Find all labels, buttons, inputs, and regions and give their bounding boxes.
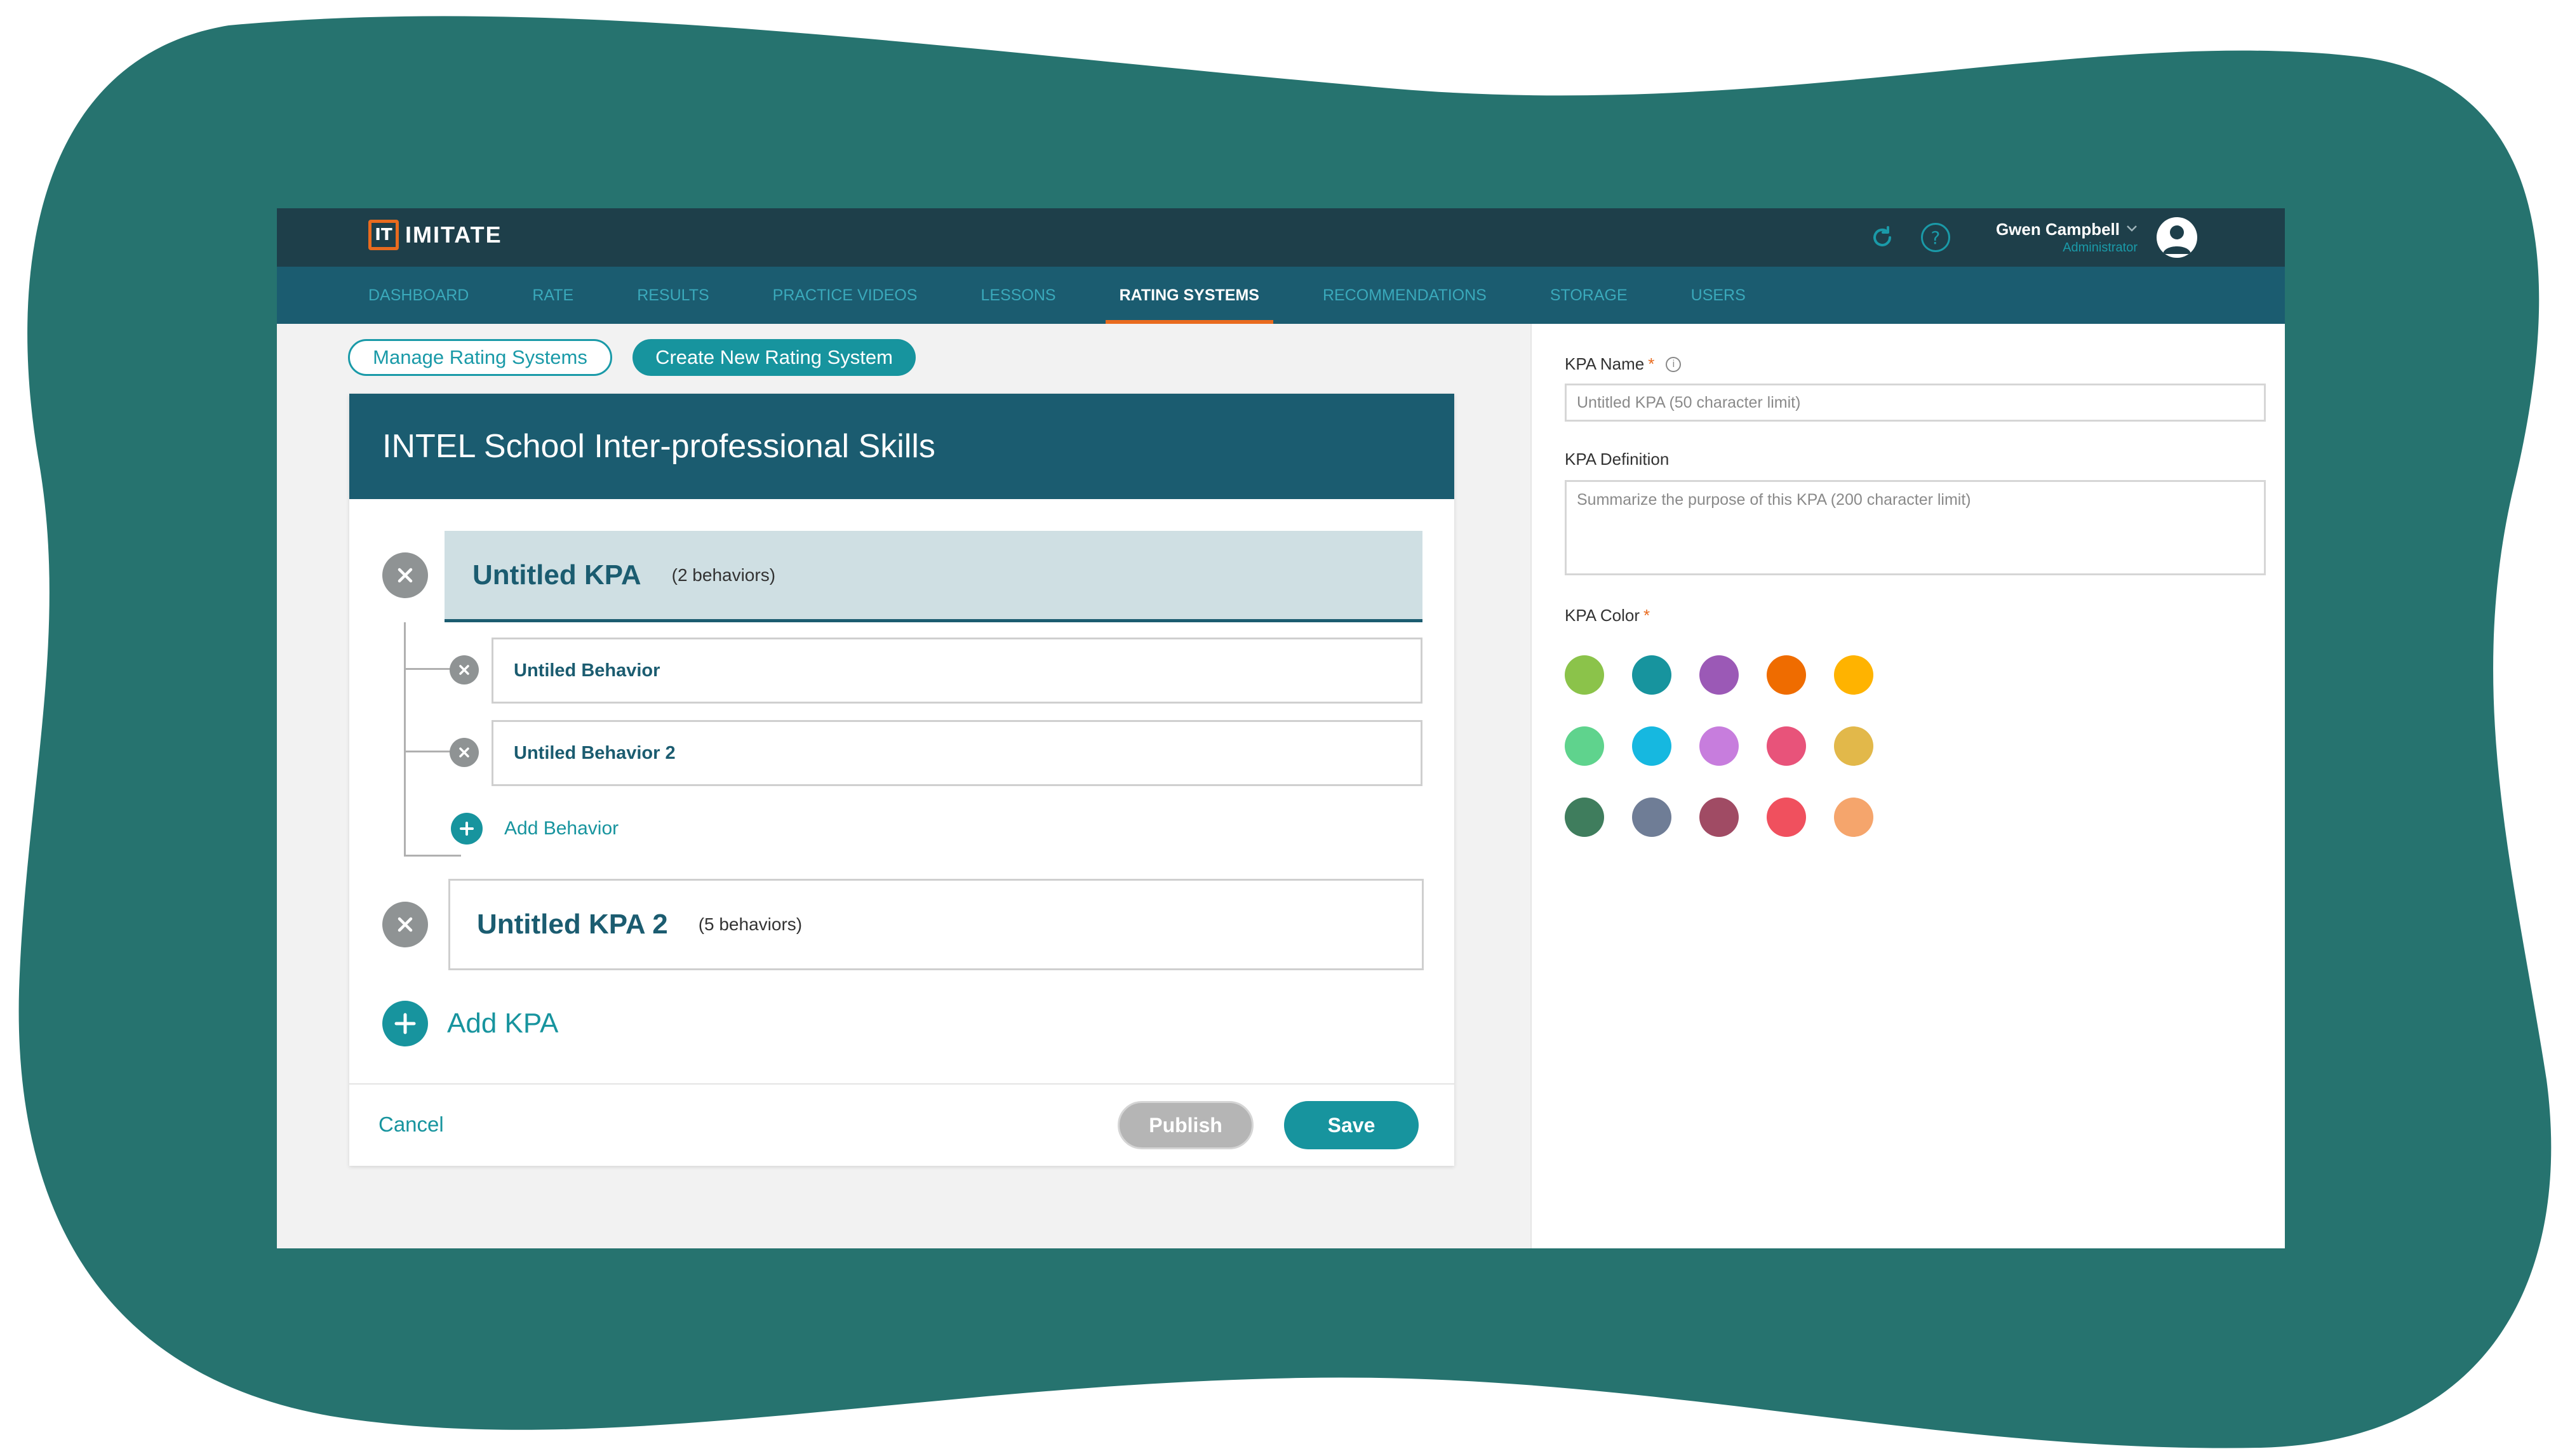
manage-rating-systems-button[interactable]: Manage Rating Systems: [348, 339, 612, 376]
color-swatch[interactable]: [1565, 726, 1604, 766]
remove-kpa-button[interactable]: [382, 902, 428, 947]
nav-storage[interactable]: STORAGE: [1550, 267, 1628, 324]
remove-kpa-button[interactable]: [382, 552, 428, 598]
plus-icon: [451, 813, 483, 845]
required-mark: *: [1648, 354, 1655, 373]
color-swatch[interactable]: [1699, 798, 1739, 837]
required-mark: *: [1643, 606, 1650, 625]
kpa-behavior-count: (5 behaviors): [698, 914, 803, 934]
nav-lessons[interactable]: LESSONS: [980, 267, 1055, 324]
add-kpa-label: Add KPA: [447, 1008, 559, 1039]
info-icon[interactable]: i: [1666, 356, 1682, 372]
chevron-down-icon: [2126, 224, 2138, 236]
cancel-link[interactable]: Cancel: [378, 1112, 444, 1137]
nav-rating-systems[interactable]: RATING SYSTEMS: [1105, 267, 1274, 324]
kpa-definition-input[interactable]: [1565, 480, 2266, 575]
kpa-title: Untitled KPA: [472, 559, 641, 591]
tree-connector: [404, 622, 406, 856]
user-name: Gwen Campbell: [1995, 220, 2120, 239]
logo-icon: IT: [368, 220, 399, 250]
nav-recommendations[interactable]: RECOMMENDATIONS: [1323, 267, 1487, 324]
nav-rate[interactable]: RATE: [532, 267, 573, 324]
close-icon: [398, 568, 413, 583]
color-swatch[interactable]: [1565, 798, 1604, 837]
app-logo[interactable]: IT IMITATE: [368, 220, 502, 250]
add-kpa-button[interactable]: Add KPA: [382, 1001, 558, 1046]
color-swatch[interactable]: [1767, 726, 1806, 766]
kpa-definition-label: KPA Definition: [1565, 450, 1669, 469]
kpa-details-pane: KPA Name * i KPA Definition KPA Color *: [1530, 324, 2285, 1248]
card-footer: Cancel Publish Save: [349, 1083, 1454, 1166]
close-icon: [459, 665, 469, 675]
behavior-row[interactable]: Untiled Behavior: [492, 638, 1422, 704]
nav-practice-videos[interactable]: PRACTICE VIDEOS: [773, 267, 918, 324]
avatar[interactable]: [2157, 217, 2197, 258]
close-icon: [459, 747, 469, 758]
create-new-rating-system-button[interactable]: Create New Rating System: [632, 339, 916, 376]
kpa-name-label: KPA Name * i: [1565, 354, 1682, 374]
main-nav: DASHBOARD RATE RESULTS PRACTICE VIDEOS L…: [277, 267, 2285, 324]
app-name: IMITATE: [405, 222, 502, 248]
tree-connector: [404, 855, 461, 857]
kpa-color-label: KPA Color *: [1565, 606, 1650, 625]
kpa-header[interactable]: Untitled KPA (2 behaviors): [445, 531, 1422, 622]
user-menu[interactable]: Gwen Campbell Administrator: [1996, 220, 2138, 255]
publish-button[interactable]: Publish: [1118, 1101, 1254, 1149]
color-swatch[interactable]: [1767, 655, 1806, 695]
behavior-label: Untiled Behavior: [514, 660, 660, 681]
help-icon[interactable]: ?: [1920, 223, 1950, 252]
color-swatch[interactable]: [1632, 655, 1671, 695]
add-behavior-label: Add Behavior: [504, 818, 619, 839]
top-bar: IT IMITATE ? Gwen Campbell Administrator: [277, 208, 2285, 267]
app-window: IT IMITATE ? Gwen Campbell Administrator…: [277, 208, 2285, 1248]
nav-users[interactable]: USERS: [1691, 267, 1746, 324]
user-icon: [2163, 225, 2191, 254]
nav-results[interactable]: RESULTS: [637, 267, 709, 324]
color-swatch[interactable]: [1632, 726, 1671, 766]
kpa-name-input[interactable]: [1565, 384, 2266, 422]
color-swatch[interactable]: [1767, 798, 1806, 837]
color-swatch[interactable]: [1699, 726, 1739, 766]
behavior-row[interactable]: Untiled Behavior 2: [492, 720, 1422, 786]
add-behavior-button[interactable]: Add Behavior: [451, 813, 619, 845]
kpa-color-label-text: KPA Color: [1565, 606, 1640, 625]
user-role: Administrator: [2063, 241, 2138, 255]
rating-system-card: INTEL School Inter-professional Skills U…: [349, 394, 1454, 1166]
color-swatch[interactable]: [1834, 655, 1873, 695]
kpa-behavior-count: (2 behaviors): [671, 564, 776, 585]
top-right-controls: ? Gwen Campbell Administrator: [1865, 208, 2197, 267]
editor-pane: Manage Rating Systems Create New Rating …: [277, 324, 1530, 1248]
refresh-icon[interactable]: [1865, 220, 1899, 255]
save-button[interactable]: Save: [1284, 1101, 1419, 1149]
close-icon: [398, 917, 413, 932]
rating-system-title: INTEL School Inter-professional Skills: [382, 428, 935, 465]
card-header: INTEL School Inter-professional Skills: [349, 394, 1454, 499]
color-swatch[interactable]: [1632, 798, 1671, 837]
behavior-label: Untiled Behavior 2: [514, 742, 676, 763]
nav-dashboard[interactable]: DASHBOARD: [368, 267, 469, 324]
kpa-name-label-text: KPA Name: [1565, 354, 1645, 373]
kpa-title: Untitled KPA 2: [477, 909, 668, 940]
remove-behavior-button[interactable]: [450, 738, 479, 767]
color-swatch[interactable]: [1834, 798, 1873, 837]
color-swatch[interactable]: [1834, 726, 1873, 766]
remove-behavior-button[interactable]: [450, 655, 479, 685]
kpa-header[interactable]: Untitled KPA 2 (5 behaviors): [448, 879, 1424, 970]
plus-icon: [382, 1001, 428, 1046]
color-swatch[interactable]: [1699, 655, 1739, 695]
color-swatch[interactable]: [1565, 655, 1604, 695]
logo-glyph: IT: [375, 225, 392, 244]
kpa-definition-label-text: KPA Definition: [1565, 450, 1670, 469]
